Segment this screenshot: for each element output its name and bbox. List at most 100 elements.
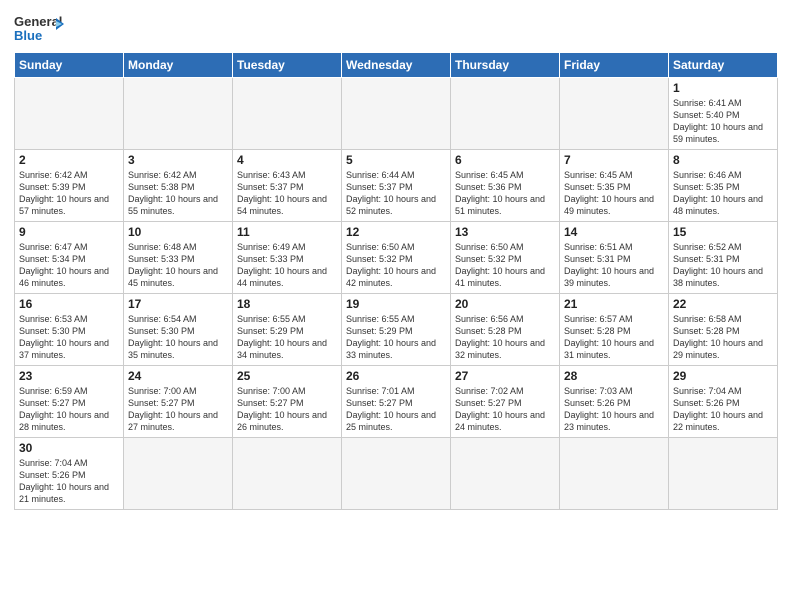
day-number: 3 bbox=[128, 153, 228, 167]
calendar-cell: 20 Sunrise: 6:56 AM Sunset: 5:28 PM Dayli… bbox=[451, 294, 560, 366]
day-info: Sunrise: 7:04 AM Sunset: 5:26 PM Dayligh… bbox=[19, 457, 119, 506]
calendar-cell: 22 Sunrise: 6:58 AM Sunset: 5:28 PM Dayli… bbox=[669, 294, 778, 366]
day-info: Sunrise: 6:45 AM Sunset: 5:35 PM Dayligh… bbox=[564, 169, 664, 218]
calendar-cell bbox=[451, 438, 560, 510]
calendar-cell bbox=[124, 438, 233, 510]
calendar-cell: 25 Sunrise: 7:00 AM Sunset: 5:27 PM Dayli… bbox=[233, 366, 342, 438]
day-info: Sunrise: 7:02 AM Sunset: 5:27 PM Dayligh… bbox=[455, 385, 555, 434]
day-number: 22 bbox=[673, 297, 773, 311]
calendar-cell: 19 Sunrise: 6:55 AM Sunset: 5:29 PM Dayli… bbox=[342, 294, 451, 366]
day-info: Sunrise: 6:45 AM Sunset: 5:36 PM Dayligh… bbox=[455, 169, 555, 218]
calendar-cell: 15Sunrise: 6:52 AM Sunset: 5:31 PM Dayli… bbox=[669, 222, 778, 294]
day-number: 25 bbox=[237, 369, 337, 383]
calendar-cell: 28 Sunrise: 7:03 AM Sunset: 5:26 PM Dayli… bbox=[560, 366, 669, 438]
calendar-cell bbox=[560, 438, 669, 510]
day-info: Sunrise: 7:00 AM Sunset: 5:27 PM Dayligh… bbox=[237, 385, 337, 434]
calendar-cell: 10 Sunrise: 6:48 AM Sunset: 5:33 PM Dayli… bbox=[124, 222, 233, 294]
day-number: 16 bbox=[19, 297, 119, 311]
day-number: 5 bbox=[346, 153, 446, 167]
calendar-cell bbox=[233, 438, 342, 510]
day-info: Sunrise: 6:52 AM Sunset: 5:31 PM Dayligh… bbox=[673, 241, 773, 290]
day-number: 26 bbox=[346, 369, 446, 383]
day-number: 1 bbox=[673, 81, 773, 95]
calendar-cell bbox=[560, 78, 669, 150]
day-info: Sunrise: 6:48 AM Sunset: 5:33 PM Dayligh… bbox=[128, 241, 228, 290]
day-number: 4 bbox=[237, 153, 337, 167]
calendar-cell: 5 Sunrise: 6:44 AM Sunset: 5:37 PM Daylig… bbox=[342, 150, 451, 222]
day-info: Sunrise: 6:57 AM Sunset: 5:28 PM Dayligh… bbox=[564, 313, 664, 362]
calendar-cell: 23Sunrise: 6:59 AM Sunset: 5:27 PM Dayli… bbox=[15, 366, 124, 438]
svg-text:Blue: Blue bbox=[14, 28, 42, 43]
day-number: 18 bbox=[237, 297, 337, 311]
day-number: 14 bbox=[564, 225, 664, 239]
calendar-week-3: 9 Sunrise: 6:47 AM Sunset: 5:34 PM Daylig… bbox=[15, 222, 778, 294]
calendar-cell: 13Sunrise: 6:50 AM Sunset: 5:32 PM Dayli… bbox=[451, 222, 560, 294]
calendar-week-1: 1 Sunrise: 6:41 AM Sunset: 5:40 PM Daylig… bbox=[15, 78, 778, 150]
day-number: 10 bbox=[128, 225, 228, 239]
weekday-tuesday: Tuesday bbox=[233, 53, 342, 78]
day-info: Sunrise: 6:41 AM Sunset: 5:40 PM Dayligh… bbox=[673, 97, 773, 146]
day-number: 28 bbox=[564, 369, 664, 383]
day-info: Sunrise: 6:55 AM Sunset: 5:29 PM Dayligh… bbox=[346, 313, 446, 362]
calendar-week-6: 30 Sunrise: 7:04 AM Sunset: 5:26 PM Dayli… bbox=[15, 438, 778, 510]
calendar-cell: 11Sunrise: 6:49 AM Sunset: 5:33 PM Dayli… bbox=[233, 222, 342, 294]
calendar-header: SundayMondayTuesdayWednesdayThursdayFrid… bbox=[15, 53, 778, 78]
weekday-sunday: Sunday bbox=[15, 53, 124, 78]
calendar-cell: 26 Sunrise: 7:01 AM Sunset: 5:27 PM Dayli… bbox=[342, 366, 451, 438]
day-info: Sunrise: 7:04 AM Sunset: 5:26 PM Dayligh… bbox=[673, 385, 773, 434]
day-info: Sunrise: 6:43 AM Sunset: 5:37 PM Dayligh… bbox=[237, 169, 337, 218]
calendar-cell: 1 Sunrise: 6:41 AM Sunset: 5:40 PM Daylig… bbox=[669, 78, 778, 150]
calendar-cell: 24 Sunrise: 7:00 AM Sunset: 5:27 PM Dayli… bbox=[124, 366, 233, 438]
day-info: Sunrise: 6:54 AM Sunset: 5:30 PM Dayligh… bbox=[128, 313, 228, 362]
calendar-cell bbox=[15, 78, 124, 150]
generalblue-logo-icon: General Blue bbox=[14, 10, 64, 46]
day-info: Sunrise: 6:42 AM Sunset: 5:38 PM Dayligh… bbox=[128, 169, 228, 218]
weekday-thursday: Thursday bbox=[451, 53, 560, 78]
day-info: Sunrise: 6:53 AM Sunset: 5:30 PM Dayligh… bbox=[19, 313, 119, 362]
day-info: Sunrise: 6:56 AM Sunset: 5:28 PM Dayligh… bbox=[455, 313, 555, 362]
calendar-cell: 2 Sunrise: 6:42 AM Sunset: 5:39 PM Daylig… bbox=[15, 150, 124, 222]
calendar-cell: 7 Sunrise: 6:45 AM Sunset: 5:35 PM Daylig… bbox=[560, 150, 669, 222]
weekday-row: SundayMondayTuesdayWednesdayThursdayFrid… bbox=[15, 53, 778, 78]
day-number: 27 bbox=[455, 369, 555, 383]
day-info: Sunrise: 7:03 AM Sunset: 5:26 PM Dayligh… bbox=[564, 385, 664, 434]
calendar-cell: 12Sunrise: 6:50 AM Sunset: 5:32 PM Dayli… bbox=[342, 222, 451, 294]
day-info: Sunrise: 7:01 AM Sunset: 5:27 PM Dayligh… bbox=[346, 385, 446, 434]
day-number: 23 bbox=[19, 369, 119, 383]
day-info: Sunrise: 7:00 AM Sunset: 5:27 PM Dayligh… bbox=[128, 385, 228, 434]
day-info: Sunrise: 6:47 AM Sunset: 5:34 PM Dayligh… bbox=[19, 241, 119, 290]
calendar-week-2: 2 Sunrise: 6:42 AM Sunset: 5:39 PM Daylig… bbox=[15, 150, 778, 222]
day-info: Sunrise: 6:58 AM Sunset: 5:28 PM Dayligh… bbox=[673, 313, 773, 362]
day-info: Sunrise: 6:46 AM Sunset: 5:35 PM Dayligh… bbox=[673, 169, 773, 218]
calendar-cell: 4 Sunrise: 6:43 AM Sunset: 5:37 PM Daylig… bbox=[233, 150, 342, 222]
calendar-cell bbox=[233, 78, 342, 150]
day-number: 12 bbox=[346, 225, 446, 239]
calendar-cell: 14 Sunrise: 6:51 AM Sunset: 5:31 PM Dayli… bbox=[560, 222, 669, 294]
day-info: Sunrise: 6:51 AM Sunset: 5:31 PM Dayligh… bbox=[564, 241, 664, 290]
day-number: 24 bbox=[128, 369, 228, 383]
day-number: 13 bbox=[455, 225, 555, 239]
calendar-cell: 17 Sunrise: 6:54 AM Sunset: 5:30 PM Dayli… bbox=[124, 294, 233, 366]
day-info: Sunrise: 6:44 AM Sunset: 5:37 PM Dayligh… bbox=[346, 169, 446, 218]
day-number: 9 bbox=[19, 225, 119, 239]
day-number: 30 bbox=[19, 441, 119, 455]
calendar-cell bbox=[124, 78, 233, 150]
day-number: 2 bbox=[19, 153, 119, 167]
day-number: 21 bbox=[564, 297, 664, 311]
day-number: 19 bbox=[346, 297, 446, 311]
day-number: 20 bbox=[455, 297, 555, 311]
day-info: Sunrise: 6:42 AM Sunset: 5:39 PM Dayligh… bbox=[19, 169, 119, 218]
calendar-week-4: 16 Sunrise: 6:53 AM Sunset: 5:30 PM Dayli… bbox=[15, 294, 778, 366]
day-number: 8 bbox=[673, 153, 773, 167]
calendar-cell: 3 Sunrise: 6:42 AM Sunset: 5:38 PM Daylig… bbox=[124, 150, 233, 222]
calendar-cell bbox=[342, 78, 451, 150]
day-info: Sunrise: 6:49 AM Sunset: 5:33 PM Dayligh… bbox=[237, 241, 337, 290]
logo: General Blue bbox=[14, 10, 64, 46]
day-number: 29 bbox=[673, 369, 773, 383]
day-number: 7 bbox=[564, 153, 664, 167]
day-info: Sunrise: 6:55 AM Sunset: 5:29 PM Dayligh… bbox=[237, 313, 337, 362]
calendar-cell: 16 Sunrise: 6:53 AM Sunset: 5:30 PM Dayli… bbox=[15, 294, 124, 366]
calendar-cell: 27 Sunrise: 7:02 AM Sunset: 5:27 PM Dayli… bbox=[451, 366, 560, 438]
day-number: 17 bbox=[128, 297, 228, 311]
calendar-cell: 30 Sunrise: 7:04 AM Sunset: 5:26 PM Dayli… bbox=[15, 438, 124, 510]
